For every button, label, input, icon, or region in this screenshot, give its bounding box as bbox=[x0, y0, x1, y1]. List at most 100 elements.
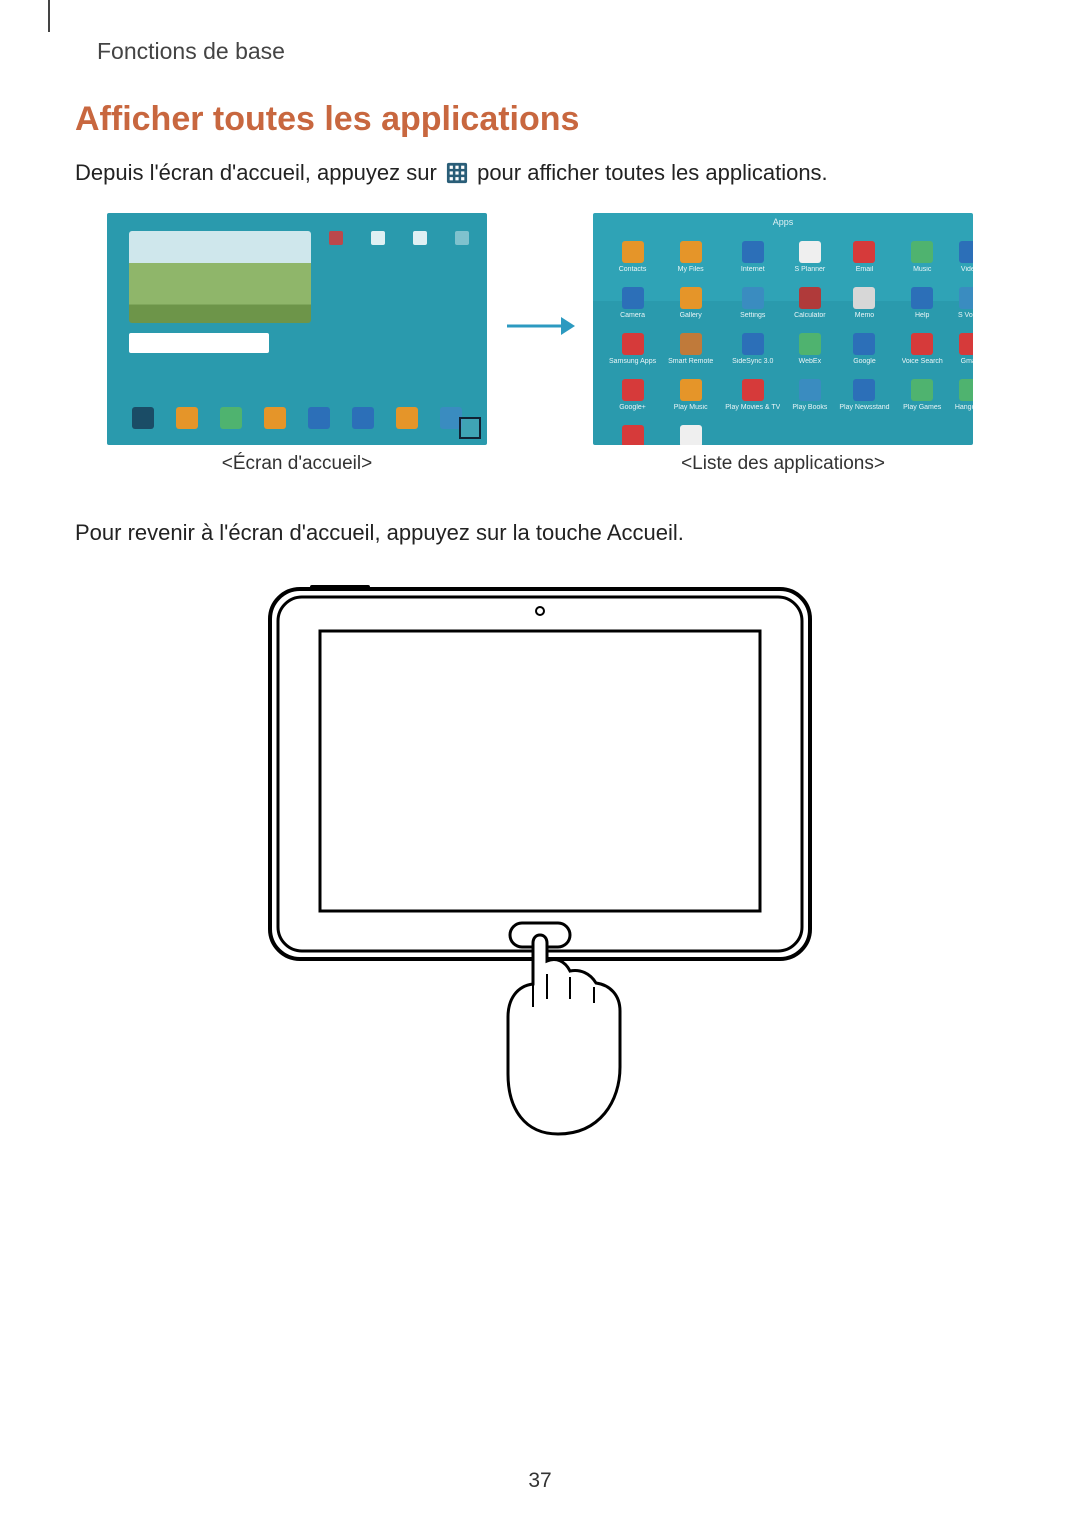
app-icon bbox=[911, 287, 933, 309]
paragraph-1: Depuis l'écran d'accueil, appuyez sur po… bbox=[75, 157, 1005, 189]
app-icon bbox=[853, 379, 875, 401]
app-cell: S Voice bbox=[955, 287, 973, 319]
dock-contacts-icon bbox=[264, 407, 286, 429]
google-search-widget bbox=[129, 333, 269, 353]
app-icon bbox=[959, 379, 973, 401]
caption-home: <Écran d'accueil> bbox=[107, 453, 487, 475]
app-cell: Camera bbox=[609, 287, 656, 319]
app-label: Camera bbox=[609, 312, 656, 319]
app-label: Google bbox=[839, 358, 889, 365]
caption-apps: <Liste des applications> bbox=[593, 453, 973, 475]
app-cell: Internet bbox=[725, 241, 780, 273]
app-cell: Play Music bbox=[668, 379, 713, 411]
app-icon bbox=[799, 241, 821, 263]
app-label: S Voice bbox=[955, 312, 973, 319]
apps-list-screenshot: Apps Contacts My Files Internet S Planner Em… bbox=[593, 213, 973, 445]
app-icon bbox=[853, 241, 875, 263]
para1-b: pour afficher toutes les applications. bbox=[477, 160, 828, 185]
app-label: Memo bbox=[839, 312, 889, 319]
app-icon bbox=[680, 333, 702, 355]
page-number: 37 bbox=[0, 1469, 1080, 1493]
app-icon bbox=[622, 379, 644, 401]
app-icon bbox=[959, 333, 973, 355]
para1-a: Depuis l'écran d'accueil, appuyez sur bbox=[75, 160, 437, 185]
app-cell: Music bbox=[902, 241, 943, 273]
home-dock bbox=[107, 407, 487, 429]
app-cell: WebEx bbox=[792, 333, 827, 365]
app-icon bbox=[742, 379, 764, 401]
app-cell: Video bbox=[955, 241, 973, 273]
app-cell: Photos bbox=[668, 425, 713, 445]
dock-chrome-icon bbox=[176, 407, 198, 429]
finger-pressing-icon bbox=[508, 935, 620, 1134]
app-label: Video bbox=[955, 266, 973, 273]
apps-button-highlight bbox=[459, 417, 481, 439]
app-icon bbox=[680, 241, 702, 263]
app-cell: Memo bbox=[839, 287, 889, 319]
app-cell: SideSync 3.0 bbox=[725, 333, 780, 365]
app-label: Music bbox=[902, 266, 943, 273]
app-label: Calculator bbox=[792, 312, 827, 319]
dock-playstore-icon bbox=[220, 407, 242, 429]
app-cell: Hangouts bbox=[955, 379, 973, 411]
app-icon bbox=[853, 287, 875, 309]
app-label: Play Music bbox=[668, 404, 713, 411]
app-icon bbox=[680, 379, 702, 401]
app-cell: S Planner bbox=[792, 241, 827, 273]
app-cell: Calculator bbox=[792, 287, 827, 319]
app-label: Play Books bbox=[792, 404, 827, 411]
breadcrumb: Fonctions de base bbox=[97, 38, 285, 65]
app-label: S Planner bbox=[792, 266, 827, 273]
app-icon bbox=[799, 379, 821, 401]
app-label: Contacts bbox=[609, 266, 656, 273]
app-label: Play Newsstand bbox=[839, 404, 889, 411]
app-cell: Voice Search bbox=[902, 333, 943, 365]
home-screen-screenshot bbox=[107, 213, 487, 445]
app-cell: Play Movies & TV bbox=[725, 379, 780, 411]
app-icon bbox=[799, 287, 821, 309]
app-label: Hangouts bbox=[955, 404, 973, 411]
apps-header: Apps bbox=[773, 217, 794, 227]
apps-grid-icon bbox=[446, 162, 468, 184]
app-label: My Files bbox=[668, 266, 713, 273]
app-cell: Gmail bbox=[955, 333, 973, 365]
app-label: Voice Search bbox=[902, 358, 943, 365]
app-cell: Contacts bbox=[609, 241, 656, 273]
app-icon bbox=[622, 241, 644, 263]
paragraph-2: Pour revenir à l'écran d'accueil, appuye… bbox=[75, 517, 1005, 549]
app-cell: Play Books bbox=[792, 379, 827, 411]
app-cell: Chrome bbox=[609, 425, 656, 445]
app-label: Help bbox=[902, 312, 943, 319]
app-icon bbox=[742, 287, 764, 309]
app-label: Gallery bbox=[668, 312, 713, 319]
app-icon bbox=[911, 333, 933, 355]
app-cell: Settings bbox=[725, 287, 780, 319]
app-icon bbox=[622, 287, 644, 309]
app-cell: Help bbox=[902, 287, 943, 319]
dock-camera-icon bbox=[352, 407, 374, 429]
dock-apps-icon bbox=[132, 407, 154, 429]
app-cell: Samsung Apps bbox=[609, 333, 656, 365]
app-label: WebEx bbox=[792, 358, 827, 365]
app-label: SideSync 3.0 bbox=[725, 358, 780, 365]
dock-gallery-icon bbox=[396, 407, 418, 429]
app-icon bbox=[742, 241, 764, 263]
app-icon bbox=[799, 333, 821, 355]
app-cell: Google bbox=[839, 333, 889, 365]
weather-widget bbox=[129, 231, 311, 323]
app-icon bbox=[911, 379, 933, 401]
section-title: Afficher toutes les applications bbox=[75, 100, 1005, 139]
app-cell: Play Newsstand bbox=[839, 379, 889, 411]
arrow-right-icon bbox=[505, 315, 575, 342]
app-label: Google+ bbox=[609, 404, 656, 411]
app-cell: My Files bbox=[668, 241, 713, 273]
caption-spacer bbox=[505, 453, 575, 475]
app-label: Email bbox=[839, 266, 889, 273]
app-icon bbox=[959, 241, 973, 263]
app-cell: Gallery bbox=[668, 287, 713, 319]
app-icon bbox=[622, 425, 644, 445]
tablet-home-button-figure bbox=[75, 579, 1005, 1139]
app-icon bbox=[622, 333, 644, 355]
app-icon bbox=[680, 287, 702, 309]
app-label: Settings bbox=[725, 312, 780, 319]
